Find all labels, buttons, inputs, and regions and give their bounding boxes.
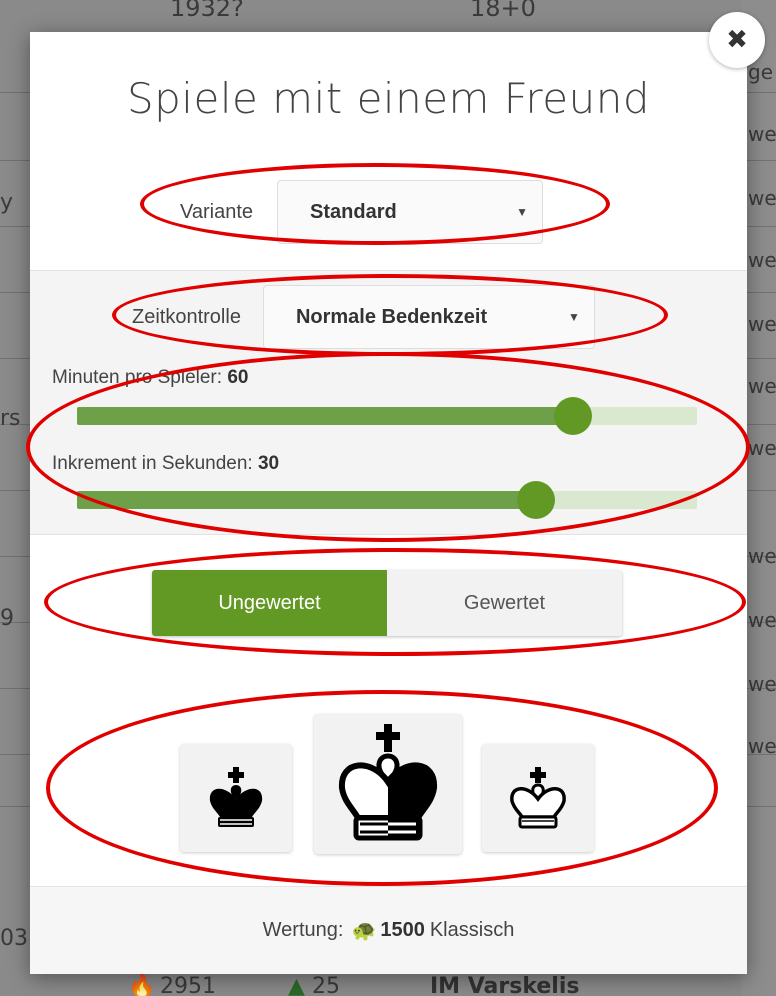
lobby-left-cell: y — [0, 190, 14, 215]
increment-slider-thumb[interactable] — [516, 481, 555, 519]
lobby-fire-icon: 🔥 — [128, 974, 156, 996]
time-control-label: Zeitkontrolle — [132, 305, 241, 328]
lobby-time-cell: 18+0 — [470, 0, 536, 22]
lobby-right-cell: we — [748, 672, 776, 696]
increment-slider[interactable] — [77, 481, 697, 519]
minutes-label: Minuten pro Spieler: 60 — [52, 367, 249, 388]
black-king-icon — [209, 767, 263, 827]
chevron-down-icon: ▼ — [568, 310, 580, 324]
lobby-right-cell: we — [748, 312, 776, 336]
lobby-right-cell: we — [748, 544, 776, 568]
random-color-king-icon — [338, 724, 438, 841]
close-icon[interactable]: ✖ — [709, 12, 765, 68]
play-black-button[interactable] — [180, 744, 292, 852]
minutes-slider-thumb[interactable] — [554, 397, 592, 435]
lobby-rating-cell: 1932? — [170, 0, 244, 22]
rating-value: 1500 — [380, 919, 425, 941]
lobby-left-cell: 03 — [0, 926, 28, 951]
lobby-player-cell: IM Varskelis — [430, 974, 580, 996]
lobby-right-cell: we — [748, 608, 776, 632]
rating-mode-toggle: Ungewertet Gewertet — [152, 570, 622, 636]
variant-select[interactable]: Standard ▼ — [277, 180, 544, 244]
variant-label: Variante — [180, 200, 254, 223]
time-control-row: Zeitkontrolle Normale Bedenkzeit ▼ — [132, 285, 595, 349]
time-control-section: Zeitkontrolle Normale Bedenkzeit ▼ Minut… — [30, 270, 747, 535]
dialog-title: Spiele mit einem Freund — [126, 74, 650, 123]
variant-select-value: Standard — [310, 200, 397, 223]
lobby-rating-cell: 2951 — [160, 974, 216, 996]
play-with-friend-dialog: Spiele mit einem Freund Variante Standar… — [30, 32, 747, 974]
turtle-icon: 🐢 — [351, 920, 377, 942]
lobby-right-cell: we — [748, 374, 776, 398]
rated-option[interactable]: Gewertet — [387, 570, 622, 636]
rating-footer: Wertung: 🐢 1500 Klassisch — [30, 886, 747, 974]
play-white-button[interactable] — [482, 744, 594, 852]
lobby-count-cell: 25 — [312, 974, 340, 996]
lobby-trend-icon: ▲ — [288, 974, 305, 996]
lobby-right-cell: we — [748, 186, 776, 210]
increment-slider-fill — [77, 491, 536, 509]
rating-type: Klassisch — [429, 919, 515, 941]
increment-label: Inkrement in Sekunden: 30 — [52, 453, 280, 474]
lobby-right-column — [742, 0, 776, 996]
lobby-left-cell: 9 — [0, 606, 14, 631]
white-king-icon — [510, 767, 566, 829]
increment-value: 30 — [257, 453, 280, 474]
time-control-select[interactable]: Normale Bedenkzeit ▼ — [262, 285, 595, 349]
minutes-slider[interactable] — [77, 397, 697, 435]
chevron-down-icon: ▼ — [516, 205, 529, 219]
minutes-value: 60 — [227, 367, 249, 388]
lobby-right-cell: we — [748, 734, 776, 758]
rating-prefix: Wertung: — [262, 919, 344, 941]
lobby-right-cell: we — [748, 122, 776, 146]
lobby-right-cell: we — [748, 248, 776, 272]
casual-option[interactable]: Ungewertet — [152, 570, 387, 636]
minutes-slider-fill — [77, 407, 573, 425]
time-control-select-value: Normale Bedenkzeit — [295, 305, 488, 328]
variant-row: Variante Standard ▼ — [180, 180, 544, 244]
play-random-button[interactable] — [314, 714, 462, 854]
lobby-left-cell: rs — [0, 406, 21, 431]
lobby-right-cell: we — [748, 436, 776, 460]
